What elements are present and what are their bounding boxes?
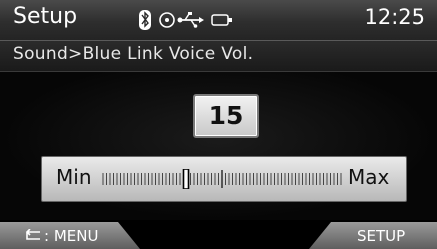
slider-thumb[interactable] bbox=[182, 169, 190, 189]
aux-icon bbox=[211, 14, 232, 26]
disc-icon bbox=[159, 12, 175, 28]
volume-value: 15 bbox=[193, 94, 259, 138]
bottom-bar: : MENU SETUP bbox=[0, 220, 437, 249]
menu-button-label: : MENU bbox=[44, 227, 99, 245]
setup-screen: Setup 12:25 Sound>Blue Link Voice Vol. 1… bbox=[0, 0, 437, 249]
app-title: Setup bbox=[13, 4, 78, 29]
breadcrumb-bar: Sound>Blue Link Voice Vol. bbox=[0, 41, 437, 72]
min-label: Min bbox=[56, 165, 92, 189]
setup-button-label: SETUP bbox=[357, 227, 406, 245]
usb-icon bbox=[177, 12, 204, 28]
status-icons bbox=[139, 10, 232, 30]
setup-button[interactable]: SETUP bbox=[309, 222, 437, 249]
bluetooth-icon bbox=[139, 10, 151, 30]
slider-ticks bbox=[102, 169, 342, 189]
status-bar: Setup 12:25 bbox=[0, 0, 437, 41]
volume-panel: 15 Min Max bbox=[0, 72, 437, 220]
back-icon bbox=[25, 229, 40, 240]
menu-button[interactable]: : MENU bbox=[0, 222, 140, 249]
max-label: Max bbox=[348, 165, 390, 189]
volume-slider[interactable]: Min Max bbox=[41, 156, 407, 202]
clock: 12:25 bbox=[364, 5, 425, 29]
breadcrumb: Sound>Blue Link Voice Vol. bbox=[13, 44, 254, 64]
